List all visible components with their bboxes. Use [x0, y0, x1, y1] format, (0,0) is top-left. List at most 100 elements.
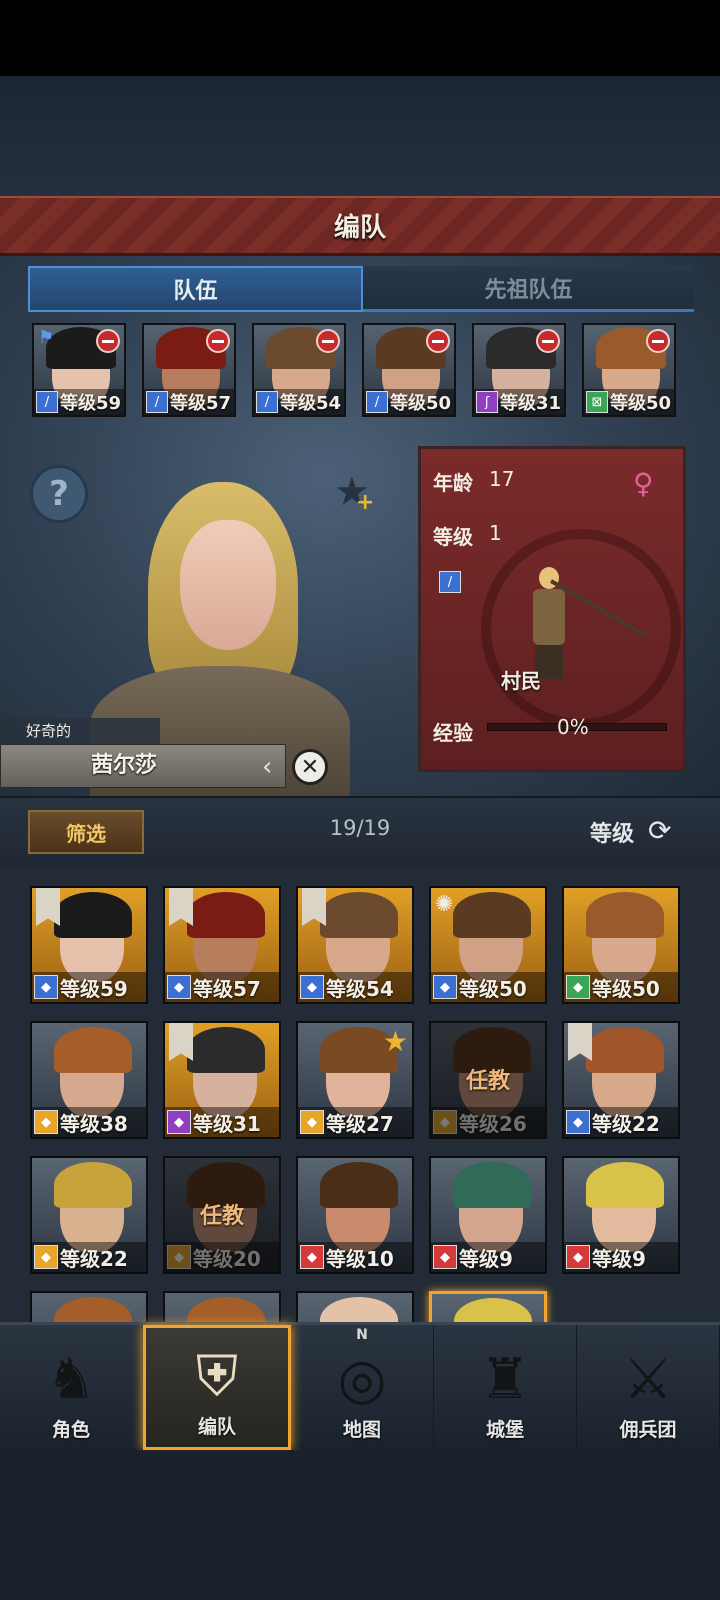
roster-card[interactable]: ◆ 等级31	[163, 1021, 281, 1139]
member-level-row: ʃ 等级31	[474, 389, 564, 415]
sword-icon: /	[36, 391, 58, 413]
roster-card[interactable]	[30, 1291, 148, 1324]
card-level: 等级59	[60, 976, 128, 1001]
team-slot[interactable]: / 等级57	[142, 323, 236, 417]
card-level-row: ◆ 等级9	[431, 1242, 545, 1272]
team-slot[interactable]: ⚑ / 等级59	[32, 323, 126, 417]
nav-compass-map[interactable]: N ◎ 地图	[291, 1325, 434, 1450]
card-level: 等级10	[326, 1246, 394, 1271]
status-bar-area	[0, 0, 720, 76]
card-level: 等级57	[193, 976, 261, 1001]
tab-ancestor-team[interactable]: 先祖队伍	[363, 266, 694, 312]
card-hair	[453, 1162, 531, 1208]
member-level: 等级54	[280, 393, 342, 414]
roster-card[interactable]: ◆ 等级54	[296, 886, 414, 1004]
refresh-sort-icon[interactable]: ⟳	[648, 814, 671, 847]
card-level: 等级22	[60, 1246, 128, 1271]
roster-card[interactable]: ★ ◆ 等级27	[296, 1021, 414, 1139]
member-level-row: / 等级50	[364, 389, 454, 415]
sword-icon: /	[256, 391, 278, 413]
team-slots: ⚑ / 等级59/等级57/等级54/等级50 ʃ 等级31 ⊠ 等级50	[32, 323, 692, 419]
card-hair	[187, 1027, 265, 1073]
roster-card[interactable]	[163, 1291, 281, 1324]
remove-member-icon[interactable]	[426, 329, 450, 353]
roster-card[interactable]	[296, 1291, 414, 1324]
remove-member-icon[interactable]	[96, 329, 120, 353]
page-title: 编队	[333, 213, 386, 243]
card-hair	[54, 1162, 132, 1208]
card-hair	[54, 1297, 132, 1324]
card-hair	[54, 1027, 132, 1073]
class-icon: ◆	[34, 1110, 58, 1134]
card-hair	[187, 1297, 265, 1324]
class-icon: ◆	[566, 1245, 590, 1269]
class-icon: ◆	[167, 1110, 191, 1134]
card-hair	[54, 892, 132, 938]
age-label: 年龄	[433, 471, 473, 495]
member-level-row: / 等级57	[144, 389, 234, 415]
roster-card[interactable]: ◆ 等级10	[296, 1156, 414, 1274]
bottom-area	[0, 1450, 720, 1600]
member-level-row: / 等级59	[34, 389, 124, 415]
class-icon: ◆	[300, 975, 324, 999]
bow-icon: ⊠	[586, 391, 608, 413]
class-icon: ◆	[167, 975, 191, 999]
roster-card[interactable]	[429, 1291, 547, 1324]
roster-card[interactable]: ◆ 等级38	[30, 1021, 148, 1139]
header-background	[0, 76, 720, 196]
roster-card[interactable]: ✺ ◆ 等级50	[429, 886, 547, 1004]
remove-member-icon[interactable]	[536, 329, 560, 353]
filter-bar: 筛选 19/19 等级 ⟳	[0, 796, 720, 868]
nav-helmet[interactable]: ⛨ 编队	[143, 1325, 291, 1450]
remove-member-icon[interactable]	[646, 329, 670, 353]
card-level-row: ◆ 等级59	[32, 972, 146, 1002]
card-hair	[320, 1297, 398, 1324]
card-level: 等级22	[592, 1111, 660, 1136]
nav-castle[interactable]: ♜ 城堡	[434, 1325, 577, 1450]
filter-button[interactable]: 筛选	[28, 810, 144, 854]
sort-button[interactable]: 等级	[590, 816, 634, 848]
roster-card[interactable]: ◆ 等级9	[429, 1156, 547, 1274]
roster-card[interactable]: ◆ 等级57	[163, 886, 281, 1004]
nav-label: 城堡	[485, 1419, 524, 1441]
compass-north-label: N	[356, 1327, 368, 1343]
team-slot[interactable]: ⊠ 等级50	[582, 323, 676, 417]
roster-card[interactable]: ◆ 等级22	[30, 1156, 148, 1274]
remove-member-icon[interactable]	[206, 329, 230, 353]
remove-member-icon[interactable]	[316, 329, 340, 353]
card-hair	[453, 892, 531, 938]
roster-card[interactable]: ◆等级20任教	[163, 1156, 281, 1274]
nav-knight[interactable]: ♞ 角色	[0, 1325, 143, 1450]
card-level-row: ◆ 等级50	[564, 972, 678, 1002]
nav-label: 地图	[342, 1419, 381, 1441]
remove-character-button[interactable]: ✕	[292, 749, 328, 785]
roster-card[interactable]: ◆ 等级59	[30, 886, 148, 1004]
card-level-row: ◆ 等级54	[298, 972, 412, 1002]
roster-card[interactable]: ◆ 等级22	[562, 1021, 680, 1139]
card-level-row: ◆ 等级10	[298, 1242, 412, 1272]
female-gender-icon: ♀	[633, 467, 654, 500]
class-icon: ◆	[34, 975, 58, 999]
compass-map-icon: ◎	[337, 1347, 387, 1412]
team-slot[interactable]: ʃ 等级31	[472, 323, 566, 417]
tab-team[interactable]: 队伍	[28, 266, 363, 312]
roster-card[interactable]: ◆等级26任教	[429, 1021, 547, 1139]
banner-badge-icon	[568, 1023, 592, 1061]
card-hair	[320, 892, 398, 938]
team-slot[interactable]: / 等级54	[252, 323, 346, 417]
level-label: 等级	[433, 525, 473, 549]
character-name[interactable]: 茜尔莎	[0, 744, 286, 788]
card-level: 等级54	[326, 976, 394, 1001]
class-icon: ◆	[566, 975, 590, 999]
knight-icon: ♞	[45, 1347, 97, 1412]
roster-card[interactable]: ◆ 等级9	[562, 1156, 680, 1274]
member-level: 等级50	[610, 393, 672, 414]
task-label: 任教	[465, 1069, 510, 1094]
roster-card[interactable]: ◆ 等级50	[562, 886, 680, 1004]
rename-arrow-icon: ‹	[262, 752, 273, 782]
nav-label: 编队	[197, 1416, 236, 1438]
nav-mercenary-banner[interactable]: ⚔ 佣兵团	[577, 1325, 720, 1450]
team-slot[interactable]: / 等级50	[362, 323, 456, 417]
card-level-row: ◆ 等级22	[32, 1242, 146, 1272]
favorite-add-icon: +	[356, 490, 375, 515]
